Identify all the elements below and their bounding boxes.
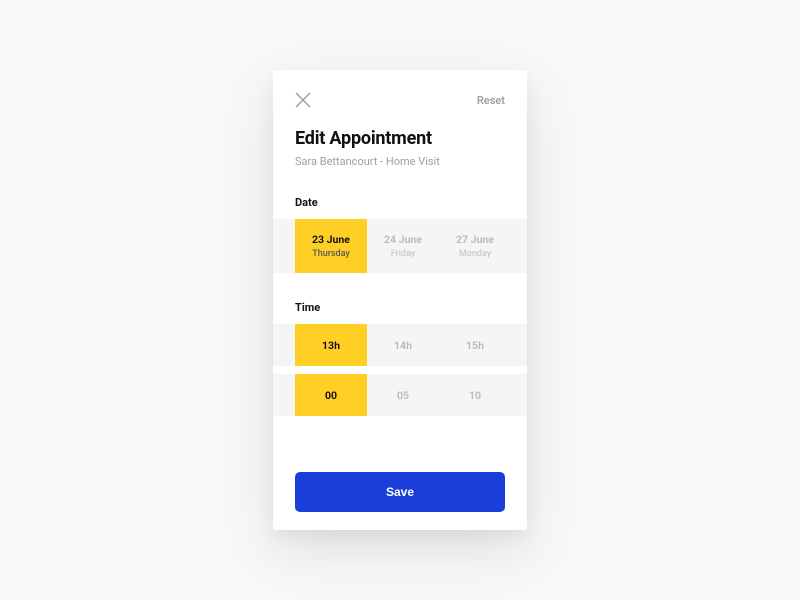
hour-option-value: 15h (466, 339, 484, 352)
save-button[interactable]: Save (295, 472, 505, 512)
date-option-day: Monday (459, 249, 491, 259)
close-icon[interactable] (295, 92, 311, 108)
hour-option[interactable]: 15h (439, 324, 511, 366)
date-option-day: Thursday (312, 249, 350, 259)
date-option[interactable]: 24 June Friday (367, 219, 439, 273)
footer: Save (273, 472, 527, 512)
date-option-day: Friday (391, 249, 416, 259)
time-label: Time (273, 301, 527, 314)
hour-option[interactable]: 13h (295, 324, 367, 366)
page-title: Edit Appointment (295, 128, 505, 149)
date-option-date: 27 June (456, 233, 494, 246)
minute-option[interactable]: 10 (439, 374, 511, 416)
date-label: Date (273, 196, 527, 209)
hour-picker-strip[interactable]: 13h 14h 15h (273, 324, 527, 366)
time-section: Time 13h 14h 15h 00 05 10 (273, 301, 527, 416)
date-picker-strip[interactable]: 23 June Thursday 24 June Friday 27 June … (273, 219, 527, 273)
minute-picker-strip[interactable]: 00 05 10 (273, 374, 527, 416)
minute-option[interactable]: 00 (295, 374, 367, 416)
date-option[interactable]: 27 June Monday (439, 219, 511, 273)
page-subtitle: Sara Bettancourt - Home Visit (295, 155, 505, 168)
heading: Edit Appointment Sara Bettancourt - Home… (273, 108, 527, 168)
appointment-edit-panel: Reset Edit Appointment Sara Bettancourt … (273, 70, 527, 530)
date-option-date: 24 June (384, 233, 422, 246)
date-option[interactable]: 23 June Thursday (295, 219, 367, 273)
topbar: Reset (273, 92, 527, 108)
hour-option-value: 14h (394, 339, 412, 352)
minute-option-value: 05 (397, 389, 409, 402)
hour-option[interactable]: 14h (367, 324, 439, 366)
minute-option-value: 00 (325, 389, 337, 402)
date-section: Date 23 June Thursday 24 June Friday 27 … (273, 196, 527, 273)
reset-button[interactable]: Reset (477, 94, 505, 107)
minute-option-value: 10 (469, 389, 481, 402)
date-option-date: 23 June (312, 233, 350, 246)
spacer (273, 416, 527, 472)
hour-option-value: 13h (322, 339, 340, 352)
minute-option[interactable]: 05 (367, 374, 439, 416)
